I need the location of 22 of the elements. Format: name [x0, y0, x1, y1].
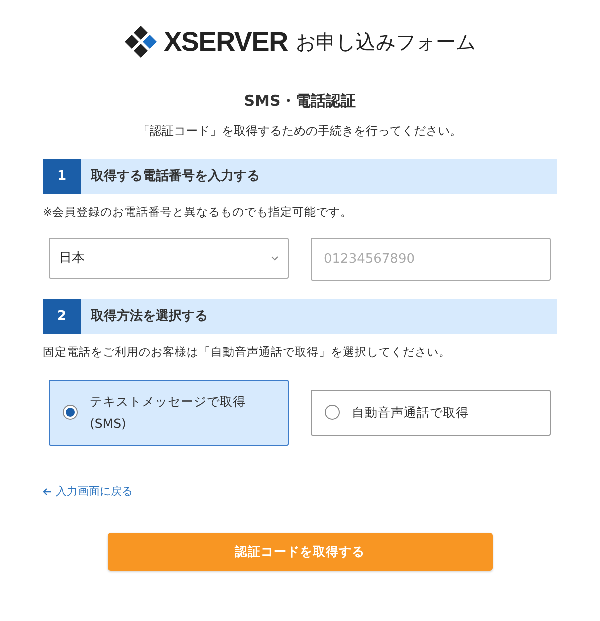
radio-button[interactable]: [325, 405, 340, 420]
method-option[interactable]: 自動音声通話で取得: [311, 390, 551, 436]
option-label: テキストメッセージで取得 (SMS): [90, 392, 247, 432]
section-heading: 取得する電話番号を入力する: [90, 168, 260, 186]
page-title: SMS・電話認証: [244, 90, 356, 112]
back-link[interactable]: 入力画面に戻る: [43, 484, 133, 500]
radio-button[interactable]: [63, 405, 78, 420]
form-title: お申し込みフォーム: [296, 29, 476, 56]
subtitle: 「認証コード」を取得するための手続きを行ってください。: [138, 123, 462, 140]
section-heading: 取得方法を選択する: [90, 308, 208, 326]
phone-number-field[interactable]: 01234567890: [311, 238, 551, 282]
chevron-down-icon: [271, 256, 279, 262]
section-note: ※会員登録のお電話番号と異なるものでも指定可能です。: [43, 204, 354, 221]
step-number: 2: [43, 299, 81, 334]
section-note: 固定電話をご利用のお客様は「自動音声通話で取得」を選択してください。: [43, 344, 452, 362]
arrow-left-icon: [43, 488, 52, 496]
step-number: 1: [43, 159, 81, 194]
method-option[interactable]: テキストメッセージで取得 (SMS): [49, 380, 289, 446]
option-label: 自動音声通話で取得: [352, 404, 469, 422]
logo-icon: [124, 25, 158, 60]
country-select[interactable]: 日本: [49, 238, 289, 280]
brand-name: XSERVER: [164, 26, 288, 59]
